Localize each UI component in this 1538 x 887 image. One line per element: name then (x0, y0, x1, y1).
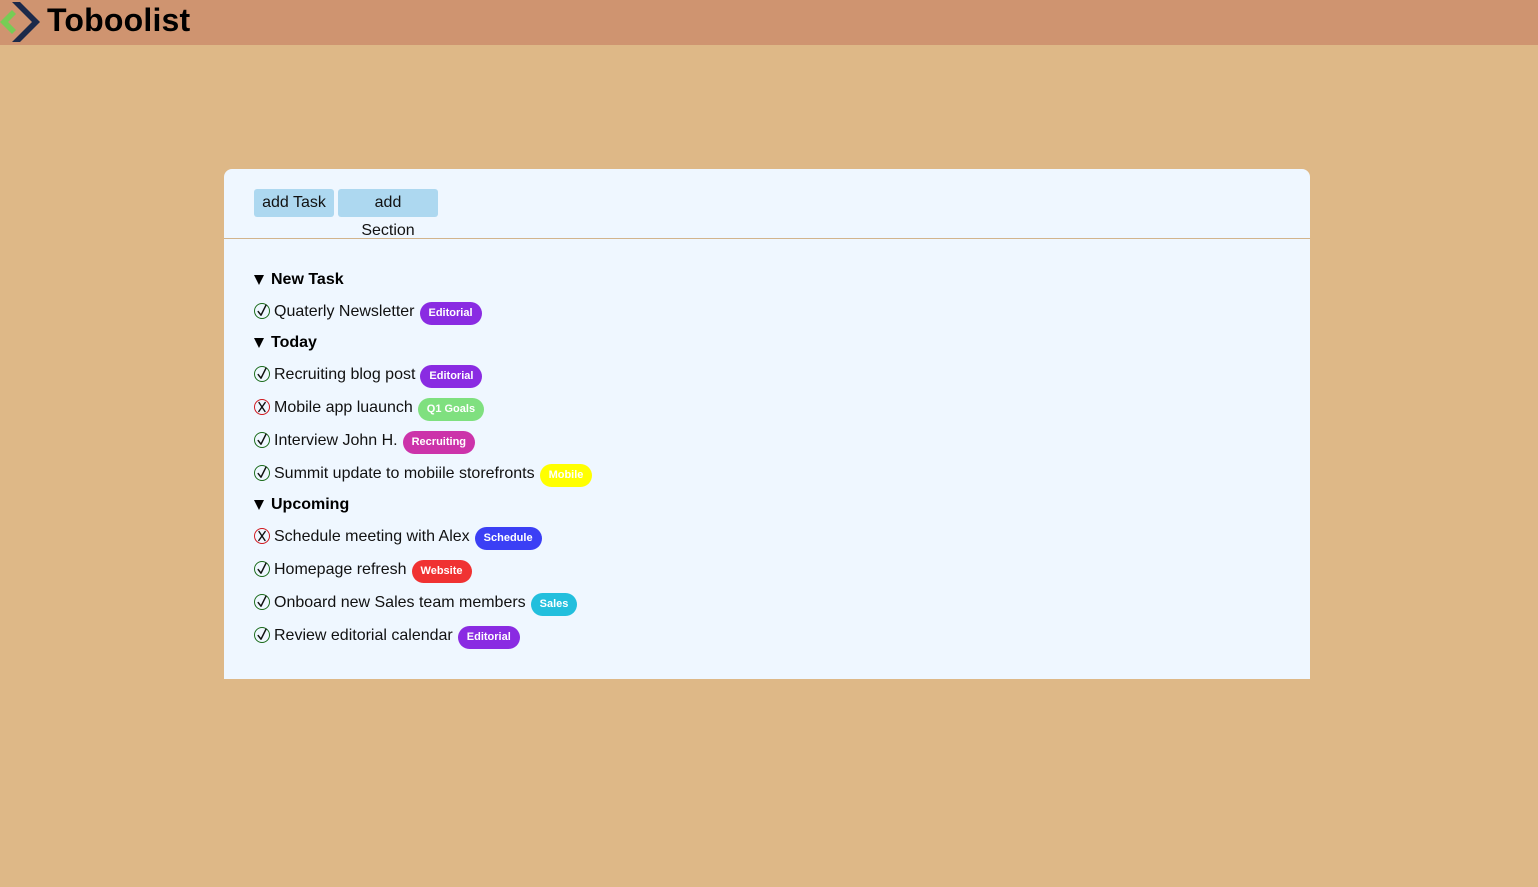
section-header[interactable]: New Task (254, 269, 592, 291)
task-item[interactable]: Schedule meeting with Alex Schedule (254, 524, 592, 550)
task-tag-badge[interactable]: Editorial (420, 365, 483, 388)
task-label: Quaterly Newsletter (274, 303, 415, 320)
task-tag-badge[interactable]: Q1 Goals (417, 398, 485, 421)
task-label: Schedule meeting with Alex (274, 528, 470, 545)
app-title[interactable]: Toboolist (47, 1, 190, 39)
panel-toolbar: add Task add Section (224, 169, 1310, 239)
task-label: Recruiting blog post (274, 366, 416, 383)
check-circle-icon[interactable] (254, 465, 270, 481)
task-item[interactable]: Summit update to mobiile storefronts Mobi… (254, 461, 593, 487)
task-item[interactable]: Quaterly Newsletter Editorial (254, 299, 592, 325)
task-label: Review editorial calendar (274, 627, 453, 644)
task-item[interactable]: Recruiting blog post Editorial (254, 362, 592, 388)
task-label: Homepage refresh (274, 561, 407, 578)
check-circle-icon[interactable] (254, 594, 270, 610)
add-section-button[interactable]: add Section (338, 189, 438, 239)
check-circle-icon[interactable] (254, 561, 270, 577)
task-tag-badge[interactable]: Mobile (539, 464, 593, 487)
check-circle-icon[interactable] (254, 432, 270, 448)
section-list: New Task Quaterly Newsletter Editorial Toda… (254, 269, 593, 657)
task-item[interactable]: Review editorial calendar Editorial (254, 623, 592, 649)
task-tag-badge[interactable]: Schedule (474, 527, 542, 550)
task-tag-badge[interactable]: Editorial (457, 626, 520, 649)
task-item[interactable]: Homepage refresh Website (254, 557, 592, 583)
triangle-down-icon[interactable] (254, 338, 264, 348)
task-tag-badge[interactable]: Editorial (419, 302, 482, 325)
x-circle-icon[interactable] (254, 528, 270, 544)
section-header[interactable]: Today (254, 332, 592, 354)
task-label: Summit update to mobiile storefronts (274, 465, 535, 482)
task-panel: add Task add Section New Task Quaterly Ne… (224, 169, 1310, 679)
add-task-button[interactable]: add Task (254, 189, 334, 217)
task-label: Onboard new Sales team members (274, 594, 526, 611)
section-title: Today (271, 334, 317, 351)
triangle-down-icon[interactable] (254, 275, 264, 285)
triangle-down-icon[interactable] (254, 500, 264, 510)
check-circle-icon[interactable] (254, 303, 270, 319)
task-tag-badge[interactable]: Sales (530, 593, 578, 616)
task-item[interactable]: Onboard new Sales team members Sales (254, 590, 592, 616)
top-bar: Toboolist (0, 0, 1538, 45)
task-tag-badge[interactable]: Recruiting (402, 431, 476, 454)
check-circle-icon[interactable] (254, 627, 270, 643)
task-label: Interview John H. (274, 432, 398, 449)
check-circle-icon[interactable] (254, 366, 270, 382)
task-item[interactable]: Interview John H. Recruiting (254, 428, 592, 454)
x-circle-icon[interactable] (254, 399, 270, 415)
section-title: Upcoming (271, 496, 350, 513)
task-item[interactable]: Mobile app luaunch Q1 Goals (254, 395, 592, 421)
task-tag-badge[interactable]: Website (411, 560, 472, 583)
diamond-chevron-logo-icon[interactable] (0, 0, 44, 48)
section-title: New Task (271, 271, 344, 288)
task-label: Mobile app luaunch (274, 399, 413, 416)
section-header[interactable]: Upcoming (254, 494, 592, 516)
